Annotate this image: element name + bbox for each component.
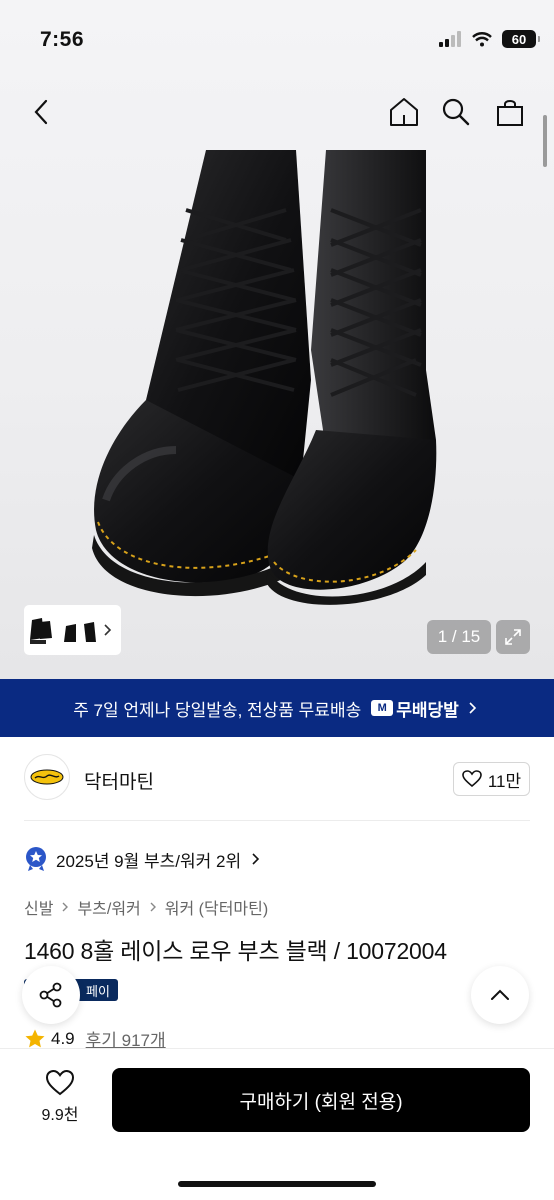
- back-arrow-icon: [34, 99, 48, 125]
- breadcrumb-item[interactable]: 신발: [24, 895, 53, 919]
- search-icon: [442, 98, 470, 126]
- brand-row[interactable]: 닥터마틴 11만: [0, 748, 554, 808]
- chevron-right-icon: [62, 902, 69, 912]
- thumbnail-image: [30, 618, 96, 644]
- expand-icon: [505, 629, 521, 645]
- home-icon: [390, 98, 418, 126]
- chevron-right-icon: [104, 624, 112, 636]
- home-button[interactable]: [382, 88, 426, 136]
- divider: [24, 820, 530, 821]
- image-counter: 1 / 15: [427, 620, 491, 654]
- brand-like-count: 11만: [487, 771, 522, 791]
- delivery-banner[interactable]: 주 7일 언제나 당일발송, 전상품 무료배송 M 무배당발: [0, 679, 554, 737]
- product-image: [92, 150, 437, 605]
- product-title: 1460 8홀 레이스 로우 부츠 블랙 / 10072004: [24, 938, 447, 964]
- wishlist-count: 9.9천: [41, 1107, 79, 1124]
- rating-score: 4.9: [51, 1028, 75, 1048]
- wifi-icon: [472, 32, 492, 47]
- home-indicator: [178, 1181, 376, 1187]
- free-delivery-badge: M 무배당발: [371, 696, 459, 721]
- battery-icon: 60: [502, 30, 540, 48]
- breadcrumb-item[interactable]: 부츠/워커: [77, 895, 140, 919]
- brand-logo[interactable]: [24, 754, 70, 800]
- scrollbar-thumb[interactable]: [543, 115, 547, 167]
- breadcrumb-item[interactable]: 워커 (닥터마틴): [165, 895, 268, 919]
- wishlist-button[interactable]: 9.9천: [28, 1069, 92, 1131]
- ranking-link[interactable]: 2025년 9월 부츠/워커 2위: [24, 846, 263, 872]
- buy-button[interactable]: 구매하기 (회원 전용): [112, 1068, 530, 1132]
- chevron-up-icon: [491, 989, 509, 1000]
- shopping-bag-icon: [497, 100, 523, 126]
- cellular-signal-icon: [439, 31, 461, 47]
- brand-like-button[interactable]: 11만: [453, 762, 530, 796]
- back-button[interactable]: [20, 88, 64, 136]
- delivery-text: 주 7일 언제나 당일발송, 전상품 무료배송: [73, 700, 362, 720]
- expand-image-button[interactable]: [496, 620, 530, 654]
- delivery-truck-icon: M: [371, 700, 394, 716]
- rank-medal-icon: [26, 847, 46, 871]
- star-icon: [25, 1029, 45, 1047]
- status-bar: 7:56 60: [0, 0, 554, 80]
- share-button[interactable]: [22, 966, 80, 1024]
- thumbnail-strip[interactable]: [24, 605, 121, 655]
- status-time: 7:56: [40, 28, 85, 51]
- scroll-to-top-button[interactable]: [471, 966, 529, 1024]
- chevron-right-icon: [252, 853, 260, 865]
- heart-icon: [462, 770, 482, 788]
- heart-icon: [45, 1069, 75, 1096]
- brand-name[interactable]: 닥터마틴: [84, 767, 154, 794]
- breadcrumb: 신발 부츠/워커 워커 (닥터마틴): [24, 895, 268, 919]
- top-navigation: [0, 88, 554, 138]
- chevron-right-icon: [469, 702, 476, 714]
- cart-button[interactable]: [488, 88, 532, 136]
- bottom-action-bar: 9.9천 구매하기 (회원 전용): [0, 1048, 554, 1200]
- dr-martens-logo: [30, 769, 64, 785]
- search-button[interactable]: [434, 88, 478, 136]
- ranking-text: 2025년 9월 부츠/워커 2위: [56, 851, 242, 871]
- chevron-right-icon: [150, 902, 156, 912]
- share-icon: [39, 982, 62, 1008]
